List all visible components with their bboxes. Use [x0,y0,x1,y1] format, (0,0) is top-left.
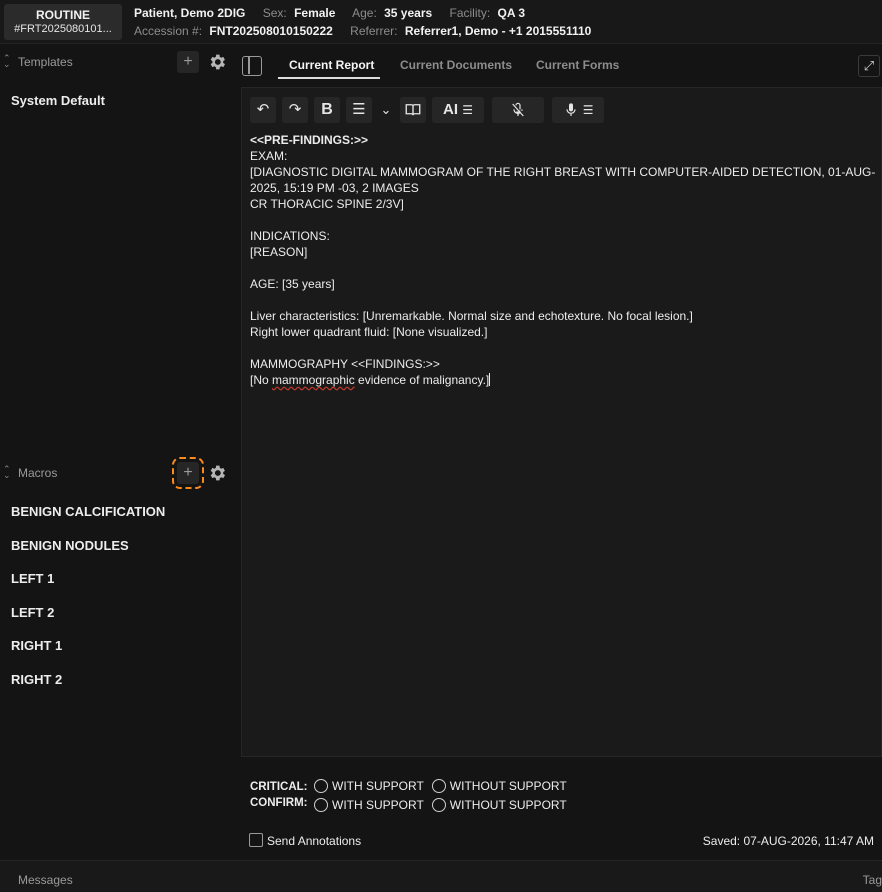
sidebar-toggle-icon[interactable] [242,56,262,76]
report-text[interactable]: <<PRE-FINDINGS:>> EXAM: [DIAGNOSTIC DIGI… [250,132,876,388]
collapse-macros-icon[interactable]: ⌃ ⌄ [3,465,11,480]
critical-with-support-label[interactable]: WITH SUPPORT [332,779,424,793]
macro-item[interactable]: BENIGN NODULES [11,538,165,572]
indications-reason: [REASON] [250,245,308,259]
priority-label: ROUTINE [36,8,90,22]
patient-info-row: Patient, Demo 2DIG Sex: Female Age: 35 y… [134,6,539,20]
sex-label: Sex: [262,6,287,20]
text-caret [489,373,491,386]
report-panel: Current Report Current Documents Current… [236,44,882,860]
mic-list-button[interactable]: ☰ [552,97,604,123]
tab-current-documents[interactable]: Current Documents [400,58,512,72]
age-line: AGE: [35 years] [250,277,335,291]
mammography-finding: [No mammographic evidence of malignancy.… [250,372,876,388]
confirm-without-support-label[interactable]: WITHOUT SUPPORT [450,798,567,812]
exam-description-2: CR THORACIC SPINE 2/3V] [250,197,404,211]
book-icon[interactable] [400,97,426,123]
macro-list: BENIGN CALCIFICATION BENIGN NODULES LEFT… [11,504,165,706]
finding-prefix: [No [250,373,273,387]
templates-title: Templates [18,55,73,69]
left-panel: ⌃ ⌄ Templates + System Default ⌃ ⌄ Macros … [0,44,236,860]
fluid-line: Right lower quadrant fluid: [None visual… [250,325,488,339]
redo-icon[interactable]: ↷ [282,97,308,123]
exam-description: [DIAGNOSTIC DIGITAL MAMMOGRAM OF THE RIG… [250,165,876,195]
templates-header: ⌃ ⌄ Templates + [0,47,236,77]
facility-value: QA 3 [497,6,526,20]
ai-label: AI [443,101,459,118]
send-annotations-label[interactable]: Send Annotations [267,834,361,848]
mammography-heading: MAMMOGRAPHY <<FINDINGS:>> [250,357,440,371]
age-value: 35 years [384,6,433,20]
send-annotations-checkbox[interactable] [249,833,263,847]
macro-item[interactable]: RIGHT 1 [11,638,165,672]
indications-label: INDICATIONS: [250,229,330,243]
accession-info-row: Accession #: FNT202508010150222 Referrer… [134,24,605,38]
active-tab-indicator [278,77,380,79]
patient-header: ROUTINE #FRT2025080101... Patient, Demo … [0,0,882,44]
confirm-with-support-label[interactable]: WITH SUPPORT [332,798,424,812]
critical-label: CRITICAL: [250,781,308,793]
exam-label: EXAM: [250,149,288,163]
confirm-without-support-radio[interactable] [431,798,446,812]
macro-item[interactable]: RIGHT 2 [11,672,165,706]
add-template-button[interactable]: + [177,51,199,73]
confirm-with-support-radio[interactable] [314,798,328,812]
tab-bar: Current Report Current Documents Current… [236,44,882,86]
mic-off-button[interactable] [492,97,544,123]
priority-badge[interactable]: ROUTINE #FRT2025080101... [4,4,122,40]
mic-icon [565,103,576,116]
confirm-radio-group: WITH SUPPORT WITHOUT SUPPORT [314,798,567,812]
macros-header: ⌃ ⌄ Macros + [0,457,236,489]
critical-without-support-label[interactable]: WITHOUT SUPPORT [450,779,567,793]
pre-findings-tag: <<PRE-FINDINGS:>> [250,133,369,147]
collapse-templates-icon[interactable]: ⌃ ⌄ [3,54,11,69]
referrer-value: Referrer1, Demo - +1 2015551110 [404,24,592,38]
list-icon[interactable]: ☰ [346,97,372,123]
accession-value: FNT202508010150222 [209,24,333,38]
macro-item[interactable]: LEFT 1 [11,571,165,605]
tab-current-report[interactable]: Current Report [289,58,374,72]
critical-without-support-radio[interactable] [431,779,446,793]
report-editor[interactable]: ↶ ↷ B ☰ ⌄ AI ☰ ☰ <<PRE-FINDINGS:>> EXAM: [241,87,882,757]
mic-off-icon [512,102,524,117]
mic-list-icon: ☰ [582,103,594,117]
referrer-label: Referrer: [350,24,398,38]
sex-value: Female [294,6,336,20]
confirm-label: CONFIRM: [250,797,308,809]
facility-label: Facility: [449,6,491,20]
macro-settings-gear-icon[interactable] [206,462,228,484]
macro-item[interactable]: BENIGN CALCIFICATION [11,504,165,538]
undo-icon[interactable]: ↶ [250,97,276,123]
bold-button[interactable]: B [314,97,340,123]
finding-suffix: evidence of malignancy.] [354,373,490,387]
ai-list-button[interactable]: AI ☰ [432,97,484,123]
list-dropdown-icon[interactable]: ⌄ [378,97,394,123]
messages-link[interactable]: Messages [18,873,73,887]
critical-with-support-radio[interactable] [314,779,328,793]
patient-name: Patient, Demo 2DIG [134,6,246,20]
tag-link[interactable]: Tag [863,873,882,887]
saved-status: Saved: 07-AUG-2026, 11:47 AM [702,834,874,848]
template-settings-gear-icon[interactable] [206,51,228,73]
age-label: Age: [352,6,377,20]
liver-line: Liver characteristics: [Unremarkable. No… [250,309,693,323]
misspelled-word[interactable]: mammographic [272,373,355,387]
tab-current-forms[interactable]: Current Forms [536,58,619,72]
critical-radio-group: WITH SUPPORT WITHOUT SUPPORT [314,779,567,793]
add-macro-button[interactable]: + [172,457,204,489]
order-id: #FRT2025080101... [14,23,112,35]
expand-icon[interactable]: ⤢ [858,55,880,77]
bottom-bar: Messages Tag [0,860,882,892]
ai-list-icon: ☰ [462,103,473,117]
report-footer: CRITICAL: WITH SUPPORT WITHOUT SUPPORT CO… [241,758,882,860]
accession-label: Accession #: [134,24,203,38]
macro-item[interactable]: LEFT 2 [11,605,165,639]
template-item-system-default[interactable]: System Default [11,93,105,108]
macros-title: Macros [18,466,58,480]
